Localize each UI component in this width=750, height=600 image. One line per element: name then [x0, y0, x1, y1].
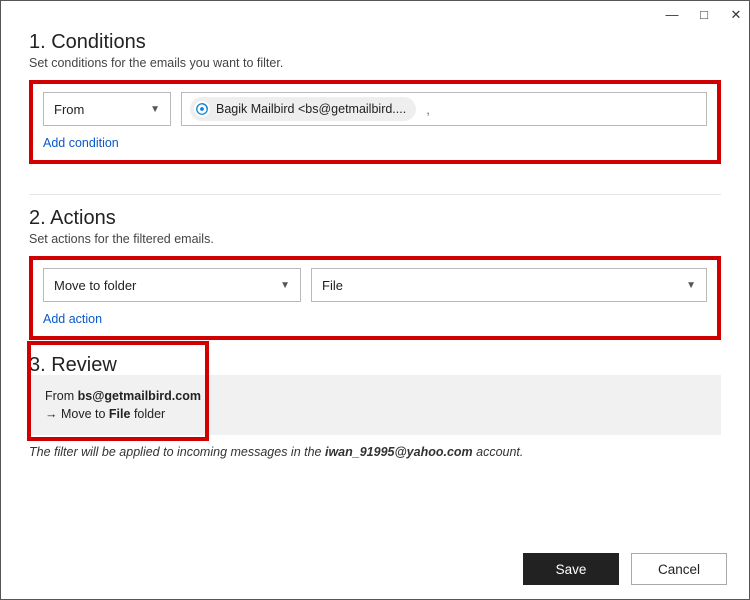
review-folder-name: File — [109, 407, 131, 421]
filter-account-note: The filter will be applied to incoming m… — [29, 445, 721, 459]
contact-chip[interactable]: Bagik Mailbird <bs@getmailbird.... — [190, 97, 416, 121]
add-action-link[interactable]: Add action — [43, 312, 102, 326]
account-email: iwan_91995@yahoo.com — [325, 445, 473, 459]
cancel-button[interactable]: Cancel — [631, 553, 727, 585]
review-line2-prefix: → Move to — [45, 407, 109, 421]
save-button[interactable]: Save — [523, 553, 619, 585]
chevron-down-icon: ▼ — [150, 104, 160, 115]
actions-title: 2. Actions — [29, 207, 721, 230]
condition-value-input[interactable]: Bagik Mailbird <bs@getmailbird.... , — [181, 92, 707, 126]
action-folder-label: File — [322, 278, 343, 293]
condition-field-label: From — [54, 102, 84, 117]
window-titlebar: — □ ✕ — [1, 1, 749, 27]
action-type-select[interactable]: Move to folder ▼ — [43, 268, 301, 302]
review-line1-prefix: From — [45, 389, 78, 403]
review-title: 3. Review — [29, 354, 721, 377]
maximize-icon[interactable]: □ — [697, 8, 711, 21]
divider — [29, 194, 721, 195]
conditions-title: 1. Conditions — [29, 31, 721, 54]
actions-highlight-box: Move to folder ▼ File ▼ Add action — [29, 256, 721, 340]
review-summary: From bs@getmailbird.com → Move to File f… — [29, 375, 721, 435]
chip-separator: , — [422, 102, 430, 117]
mailbird-icon — [194, 101, 210, 117]
dialog-footer: Save Cancel — [523, 553, 727, 585]
conditions-highlight-box: From ▼ Bagik Mailbird <bs@getmailbird...… — [29, 80, 721, 164]
condition-field-select[interactable]: From ▼ — [43, 92, 171, 126]
minimize-icon[interactable]: — — [665, 8, 679, 21]
actions-subtitle: Set actions for the filtered emails. — [29, 232, 721, 246]
add-condition-link[interactable]: Add condition — [43, 136, 119, 150]
review-line2-suffix: folder — [130, 407, 165, 421]
action-type-label: Move to folder — [54, 278, 136, 293]
close-icon[interactable]: ✕ — [729, 8, 743, 21]
conditions-subtitle: Set conditions for the emails you want t… — [29, 56, 721, 70]
chevron-down-icon: ▼ — [686, 280, 696, 291]
chevron-down-icon: ▼ — [280, 280, 290, 291]
contact-chip-label: Bagik Mailbird <bs@getmailbird.... — [216, 102, 406, 116]
action-folder-select[interactable]: File ▼ — [311, 268, 707, 302]
review-from-email: bs@getmailbird.com — [78, 389, 201, 403]
